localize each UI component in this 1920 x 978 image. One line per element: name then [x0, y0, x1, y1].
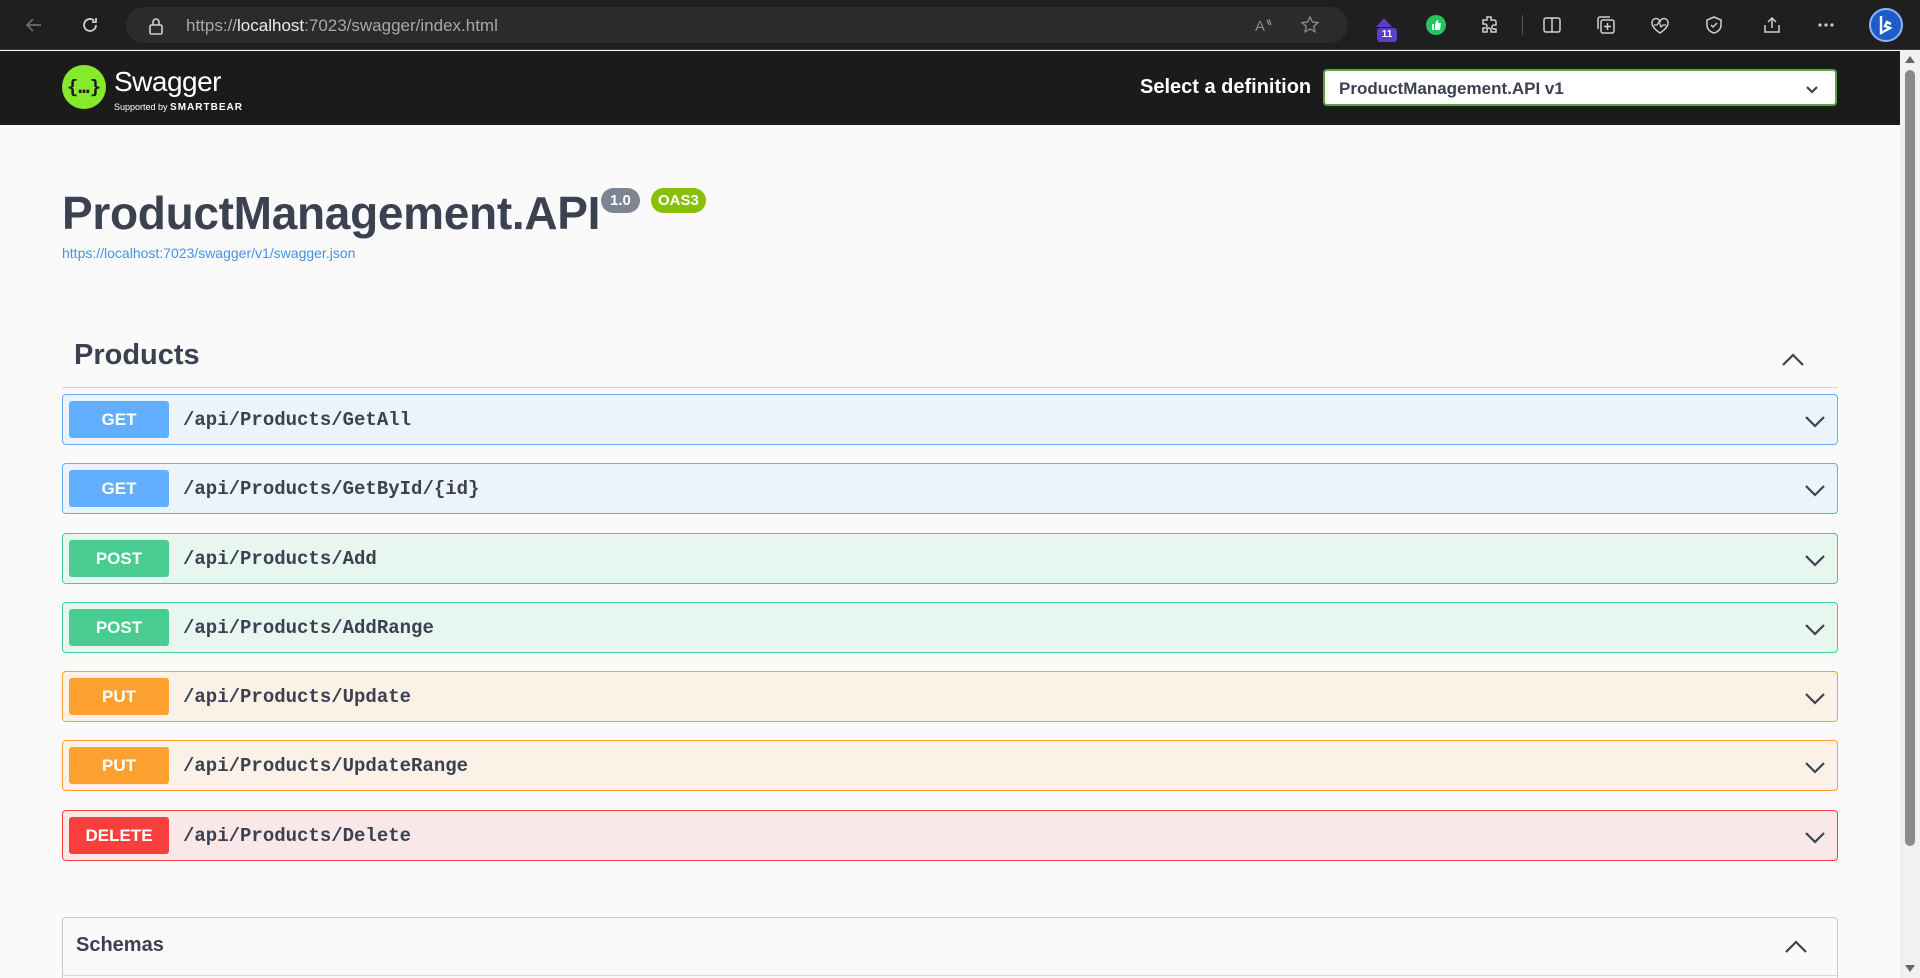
svg-text:A: A [1255, 18, 1265, 35]
back-arrow-icon [25, 18, 41, 32]
logo-sub-brand: SMARTBEAR [170, 102, 243, 113]
method-badge: POST [69, 609, 169, 646]
share-icon[interactable] [1758, 11, 1786, 39]
chevron-down-icon[interactable] [1803, 686, 1827, 710]
refresh-icon [83, 18, 97, 32]
tag-header-products[interactable]: Products [62, 330, 1838, 388]
more-options-icon[interactable] [1812, 11, 1840, 39]
definition-label: Select a definition [1140, 76, 1312, 98]
operation-get-getbyid[interactable]: GET /api/Products/GetById/{id} [62, 463, 1838, 514]
chevron-down-icon[interactable] [1803, 755, 1827, 779]
url-text[interactable]: https://localhost:7023/swagger/index.htm… [186, 16, 498, 36]
swagger-logo-subtitle: Supported by SMARTBEAR [114, 102, 243, 113]
chevron-down-icon[interactable] [1803, 548, 1827, 572]
scroll-down-icon[interactable] [1905, 965, 1915, 972]
operation-path: /api/Products/Delete [183, 825, 412, 847]
swagger-topbar: {…} Swagger Supported by SMARTBEAR Selec… [0, 51, 1900, 125]
method-badge: POST [69, 540, 169, 577]
operation-path: /api/Products/GetById/{id} [183, 478, 480, 500]
lock-icon [148, 17, 164, 40]
browser-toolbar: https://localhost:7023/swagger/index.htm… [0, 0, 1920, 50]
extensions-puzzle-icon[interactable] [1476, 11, 1504, 39]
version-badge: 1.0 [601, 188, 640, 213]
divider [63, 975, 1837, 976]
url-scheme: https:// [186, 16, 238, 35]
method-badge: DELETE [69, 817, 169, 854]
operation-path: /api/Products/Update [183, 686, 412, 708]
refresh-button[interactable] [74, 9, 106, 41]
bing-copilot-icon[interactable] [1868, 7, 1904, 43]
chevron-down-icon [1805, 82, 1819, 100]
performance-icon[interactable] [1700, 11, 1728, 39]
operation-path: /api/Products/Add [183, 548, 377, 570]
page-scrollbar[interactable] [1900, 50, 1920, 978]
back-button[interactable] [18, 9, 50, 41]
chevron-down-icon[interactable] [1803, 825, 1827, 849]
chevron-down-icon[interactable] [1803, 409, 1827, 433]
chevron-up-icon[interactable] [1778, 345, 1808, 375]
definition-select-value: ProductManagement.API v1 [1339, 79, 1564, 98]
schemas-section[interactable]: Schemas [62, 917, 1838, 978]
swagger-logo-icon[interactable]: {…} [62, 65, 106, 109]
operation-post-add[interactable]: POST /api/Products/Add [62, 533, 1838, 584]
operation-post-addrange[interactable]: POST /api/Products/AddRange [62, 602, 1838, 653]
url-host: localhost [237, 16, 305, 35]
operation-get-getall[interactable]: GET /api/Products/GetAll [62, 394, 1838, 445]
method-badge: GET [69, 470, 169, 507]
api-title: ProductManagement.API [62, 187, 601, 239]
operation-path: /api/Products/GetAll [183, 409, 412, 431]
operation-path: /api/Products/AddRange [183, 617, 434, 639]
operation-put-update[interactable]: PUT /api/Products/Update [62, 671, 1838, 722]
swagger-logo-text[interactable]: Swagger [114, 66, 222, 98]
scroll-up-icon[interactable] [1905, 56, 1915, 63]
operation-delete-delete[interactable]: DELETE /api/Products/Delete [62, 810, 1838, 861]
method-badge: GET [69, 401, 169, 438]
operation-put-updaterange[interactable]: PUT /api/Products/UpdateRange [62, 740, 1838, 791]
thumbs-up-extension-icon[interactable] [1422, 11, 1450, 39]
chevron-down-icon[interactable] [1803, 478, 1827, 502]
schemas-title: Schemas [76, 934, 164, 956]
favorite-star-icon[interactable] [1300, 15, 1320, 35]
chevron-down-icon[interactable] [1803, 617, 1827, 641]
split-screen-icon[interactable] [1538, 11, 1566, 39]
method-badge: PUT [69, 678, 169, 715]
address-bar[interactable]: https://localhost:7023/swagger/index.htm… [126, 7, 1348, 43]
chevron-up-icon[interactable] [1781, 932, 1811, 962]
oas-badge: OAS3 [651, 188, 706, 213]
definition-select[interactable]: ProductManagement.API v1 [1323, 69, 1837, 106]
logo-sub-prefix: Supported by [114, 102, 171, 112]
extension-badge: 11 [1377, 28, 1397, 42]
collections-icon[interactable] [1592, 11, 1620, 39]
operation-path: /api/Products/UpdateRange [183, 755, 469, 777]
toolbar-separator [1522, 15, 1523, 35]
method-badge: PUT [69, 747, 169, 784]
url-path: :7023/swagger/index.html [304, 16, 498, 35]
tag-title: Products [74, 339, 200, 371]
browser-essentials-icon[interactable] [1646, 11, 1674, 39]
scroll-thumb[interactable] [1905, 70, 1915, 846]
spec-url-link[interactable]: https://localhost:7023/swagger/v1/swagge… [62, 245, 355, 261]
read-aloud-icon[interactable]: A [1254, 15, 1274, 35]
